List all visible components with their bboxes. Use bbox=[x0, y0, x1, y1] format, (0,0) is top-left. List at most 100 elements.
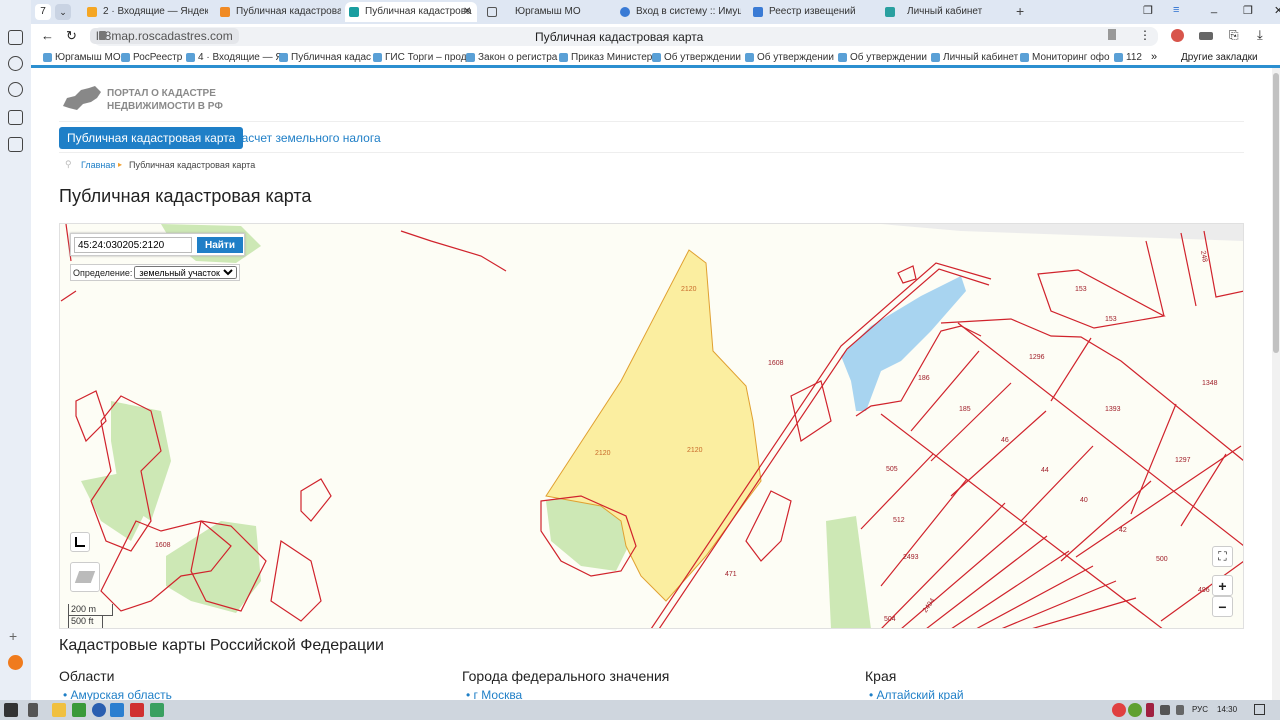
map-label[interactable]: 42 bbox=[1119, 527, 1127, 534]
mail-icon[interactable] bbox=[8, 655, 23, 670]
start-icon[interactable] bbox=[4, 703, 18, 717]
other-bookmarks[interactable]: Другие закладки bbox=[1181, 52, 1258, 63]
bookmark[interactable]: Об утверждении bbox=[838, 52, 927, 63]
bookmark[interactable]: Публичная кадас bbox=[279, 52, 371, 63]
map-label[interactable]: 2120 bbox=[595, 450, 611, 457]
map-label[interactable]: 1348 bbox=[1202, 380, 1218, 387]
tray-icon[interactable] bbox=[1112, 703, 1126, 717]
city-link-text[interactable]: г Москва bbox=[474, 688, 523, 700]
tabs-dropdown-icon[interactable]: ⌄ bbox=[55, 4, 71, 20]
yandex-browser-icon[interactable] bbox=[92, 703, 106, 717]
map-label[interactable]: 1393 bbox=[1105, 406, 1121, 413]
explorer-icon[interactable] bbox=[52, 703, 66, 717]
map-label[interactable]: 471 bbox=[725, 571, 737, 578]
fullscreen-button[interactable]: ⛶ bbox=[1212, 546, 1233, 567]
map-label[interactable]: 1608 bbox=[768, 360, 784, 367]
map-label[interactable]: 2120 bbox=[687, 447, 703, 454]
site-logo-text[interactable]: ПОРТАЛ О КАДАСТРЕ НЕДВИЖИМОСТИ В РФ bbox=[107, 87, 223, 113]
map-label[interactable]: 2493 bbox=[903, 554, 919, 561]
region-link-text[interactable]: Амурская область bbox=[71, 688, 172, 700]
map-label[interactable]: 1296 bbox=[1029, 354, 1045, 361]
restore-icon[interactable]: ❐ bbox=[1243, 4, 1253, 17]
map-label[interactable]: 40 bbox=[1080, 497, 1088, 504]
bookmark[interactable]: Мониторинг офо bbox=[1020, 52, 1110, 63]
map-label[interactable]: 248 bbox=[1199, 250, 1208, 263]
map-label[interactable]: 2120 bbox=[681, 286, 697, 293]
minimize-icon[interactable]: _ bbox=[1211, 2, 1217, 14]
tray-icon[interactable] bbox=[1128, 703, 1142, 717]
krai-link-text[interactable]: Алтайский край bbox=[877, 688, 964, 700]
app-icon[interactable] bbox=[130, 703, 144, 717]
screenshot-icon[interactable] bbox=[8, 137, 23, 152]
reload-icon[interactable]: ↻ bbox=[66, 28, 77, 44]
clock[interactable]: 14:30 bbox=[1217, 705, 1237, 714]
bookmark[interactable]: 112 bbox=[1114, 52, 1142, 63]
map-label[interactable]: 504 bbox=[884, 616, 896, 623]
close-window-icon[interactable]: ✕ bbox=[1274, 4, 1280, 17]
menu-icon[interactable]: ≡ bbox=[1173, 4, 1179, 16]
add-icon[interactable]: + bbox=[9, 628, 17, 644]
excel-icon[interactable] bbox=[150, 703, 164, 717]
bookmark[interactable]: РосРеестр bbox=[121, 52, 182, 63]
app-icon[interactable] bbox=[72, 703, 86, 717]
map-label[interactable]: 496 bbox=[1198, 587, 1210, 594]
more-bookmarks[interactable]: » bbox=[1151, 51, 1157, 63]
map-label[interactable]: 44 bbox=[1041, 467, 1049, 474]
extension-icon[interactable]: ⎘ bbox=[1229, 28, 1239, 43]
tray-icon[interactable] bbox=[1146, 703, 1154, 717]
layers-button[interactable] bbox=[70, 562, 100, 592]
more-icon[interactable]: ⋮ bbox=[1139, 28, 1151, 42]
map-label[interactable]: 512 bbox=[893, 517, 905, 524]
tab-count[interactable]: 7 bbox=[35, 4, 51, 20]
zoom-in-button[interactable]: + bbox=[1212, 575, 1233, 596]
map-label[interactable]: 505 bbox=[886, 466, 898, 473]
lock-icon[interactable] bbox=[99, 31, 106, 40]
network-icon[interactable] bbox=[1160, 705, 1170, 715]
bookmark[interactable]: Личный кабинет bbox=[931, 52, 1018, 63]
tab-login[interactable]: Вход в систему :: Имущес bbox=[616, 2, 741, 22]
download-icon[interactable]: ⤓ bbox=[1257, 27, 1263, 43]
map-label[interactable]: 153 bbox=[1075, 286, 1087, 293]
bookmark[interactable]: ГИС Торги – прод bbox=[373, 52, 467, 63]
new-tab-button[interactable]: + bbox=[1016, 3, 1024, 19]
map-label[interactable]: 186 bbox=[918, 375, 930, 382]
url-text[interactable]: lk8map.roscadastres.com bbox=[90, 28, 239, 44]
tab-mail[interactable]: 2 · Входящие — Яндекс П bbox=[83, 2, 208, 22]
bookmarks-panel-icon[interactable]: ❐ bbox=[1143, 4, 1153, 17]
task-view-icon[interactable] bbox=[28, 703, 38, 717]
map-label[interactable]: 46 bbox=[1001, 437, 1009, 444]
collections-icon[interactable] bbox=[8, 30, 23, 45]
region-link[interactable]: • Амурская область bbox=[63, 688, 172, 700]
find-button[interactable]: Найти bbox=[197, 237, 243, 253]
tab-cadastral-1[interactable]: Публичная кадастровая bbox=[216, 2, 341, 22]
map-label[interactable]: 153 bbox=[1105, 316, 1117, 323]
zoom-out-button[interactable]: − bbox=[1212, 596, 1233, 617]
city-link[interactable]: • г Москва bbox=[466, 688, 522, 700]
volume-icon[interactable] bbox=[1176, 705, 1184, 715]
bookmark[interactable]: Об утверждении bbox=[652, 52, 741, 63]
bookmark[interactable]: Юргамыш МО bbox=[43, 52, 121, 63]
nav-cadastral-map[interactable]: Публичная кадастровая карта bbox=[59, 127, 244, 149]
tab-yurgamysh[interactable]: Юргамыш МО bbox=[483, 2, 608, 22]
page-scrollbar[interactable] bbox=[1272, 68, 1280, 700]
breadcrumb-home[interactable]: Главная bbox=[81, 160, 115, 170]
notes-icon[interactable] bbox=[8, 110, 23, 125]
tab-cabinet[interactable]: Личный кабинет bbox=[881, 2, 1006, 22]
krai-link[interactable]: • Алтайский край bbox=[869, 688, 964, 700]
scrollbar-thumb[interactable] bbox=[1273, 73, 1279, 353]
bookmark-icon[interactable] bbox=[1108, 29, 1116, 40]
nav-land-tax[interactable]: Расчет земельного налога bbox=[234, 131, 381, 145]
cadastral-map[interactable]: 2120 2120 2120 1608 1608 153 153 248 129… bbox=[59, 223, 1244, 629]
map-canvas[interactable]: 2120 2120 2120 1608 1608 153 153 248 129… bbox=[60, 224, 1244, 629]
map-label[interactable]: 185 bbox=[959, 406, 971, 413]
history-icon[interactable] bbox=[8, 56, 23, 71]
bookmark[interactable]: Закон о регистра bbox=[466, 52, 557, 63]
map-label[interactable]: 1297 bbox=[1175, 457, 1191, 464]
tab-notices[interactable]: Реестр извещений bbox=[749, 2, 874, 22]
cadastral-number-input[interactable] bbox=[74, 237, 192, 253]
extension-icon[interactable] bbox=[1199, 32, 1213, 40]
play-icon[interactable] bbox=[8, 82, 23, 97]
bookmark[interactable]: Приказ Министер bbox=[559, 52, 652, 63]
tab-cadastral-active[interactable]: Публичная кадастрова ✕ bbox=[345, 2, 477, 22]
map-label[interactable]: 1608 bbox=[155, 542, 171, 549]
